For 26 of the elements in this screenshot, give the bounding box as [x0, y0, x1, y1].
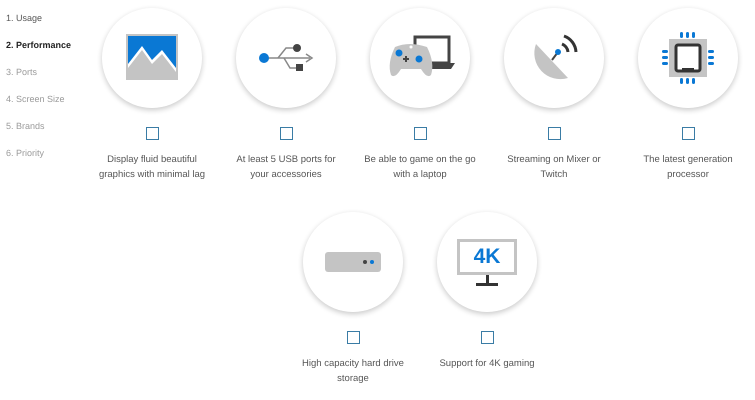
checkbox[interactable]: [146, 127, 158, 140]
option-card[interactable]: [638, 8, 738, 108]
option-card[interactable]: [370, 8, 470, 108]
processor-chip-icon: [660, 30, 716, 86]
step-link[interactable]: 2. Performance: [6, 38, 72, 52]
step-link[interactable]: 1. Usage: [6, 11, 42, 25]
checkbox[interactable]: [346, 331, 360, 344]
step-link[interactable]: 5. Brands: [6, 119, 45, 133]
screen-label: 4K: [474, 246, 500, 267]
option-label: The latest generation processor: [642, 153, 734, 182]
hard-drive-icon: [325, 250, 381, 274]
checkbox[interactable]: [548, 127, 560, 140]
checkbox[interactable]: [414, 127, 426, 140]
checkbox[interactable]: [480, 331, 494, 344]
checkbox[interactable]: [280, 127, 292, 140]
step-link[interactable]: 3. Ports: [6, 65, 38, 79]
step-link[interactable]: 6. Priority: [6, 146, 44, 160]
option-label: Display fluid beautiful graphics with minimal lag: [98, 153, 206, 182]
option-label: At least 5 USB ports for your accessories: [235, 153, 337, 182]
option-card[interactable]: 4K: [437, 212, 537, 312]
option-label: Support for 4K gaming: [438, 357, 536, 371]
checkbox[interactable]: [682, 127, 694, 140]
step-link[interactable]: 4. Screen Size: [6, 92, 65, 106]
option-label: High capacity hard drive storage: [301, 357, 405, 386]
option-label: Streaming on Mixer or Twitch: [506, 153, 602, 182]
option-label: Be able to game on the go with a laptop: [364, 153, 476, 182]
